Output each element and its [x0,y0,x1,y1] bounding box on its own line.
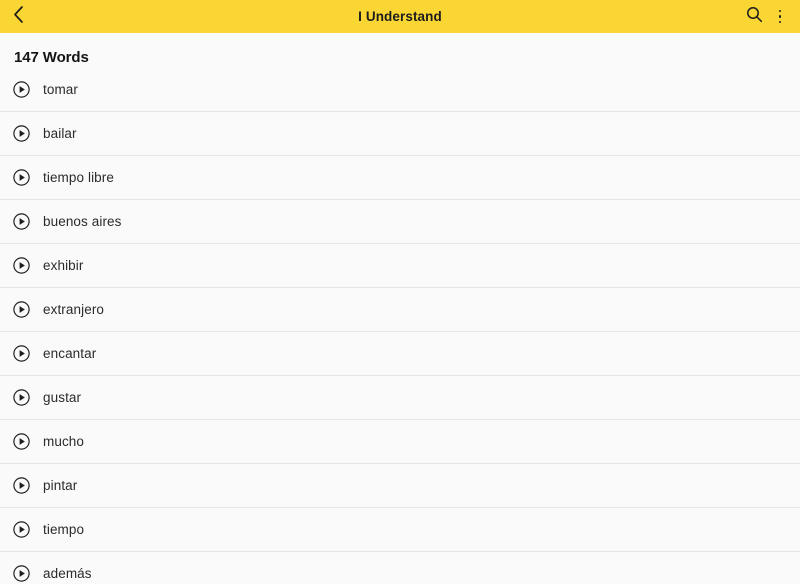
play-circle-icon[interactable] [13,257,30,274]
word-label: bailar [43,125,77,141]
app-bar-actions [739,0,800,33]
word-label: pintar [43,477,78,493]
list-item[interactable]: además [0,552,800,584]
word-label: gustar [43,389,82,405]
word-label: encantar [43,345,97,361]
search-button[interactable] [739,0,769,33]
word-label: exhibir [43,257,84,273]
play-circle-icon[interactable] [13,389,30,406]
word-label: tomar [43,81,79,97]
list-item[interactable]: pintar [0,464,800,508]
word-label: buenos aires [43,213,122,229]
play-circle-icon[interactable] [13,433,30,450]
play-circle-icon[interactable] [13,81,30,98]
list-item[interactable]: bailar [0,112,800,156]
app-bar: I Understand [0,0,800,33]
play-circle-icon[interactable] [13,345,30,362]
list-item[interactable]: extranjero [0,288,800,332]
list-item[interactable]: mucho [0,420,800,464]
content-area: 147 Words tomar bailar tiempo libre buen… [0,33,800,584]
list-item[interactable]: tiempo libre [0,156,800,200]
overflow-menu-icon [778,9,782,25]
word-label: tiempo libre [43,169,114,185]
word-label: extranjero [43,301,105,317]
play-circle-icon[interactable] [13,125,30,142]
word-label: tiempo [43,521,85,537]
list-item[interactable]: encantar [0,332,800,376]
word-label: mucho [43,433,85,449]
list-item[interactable]: gustar [0,376,800,420]
play-circle-icon[interactable] [13,301,30,318]
play-circle-icon[interactable] [13,565,30,582]
word-count-heading: 147 Words [14,49,89,66]
word-list: tomar bailar tiempo libre buenos aires e… [0,68,800,584]
search-icon [746,6,763,28]
play-circle-icon[interactable] [13,213,30,230]
play-circle-icon[interactable] [13,169,30,186]
back-button[interactable] [0,0,34,33]
play-circle-icon[interactable] [13,521,30,538]
chevron-left-icon [12,5,25,29]
play-circle-icon[interactable] [13,477,30,494]
list-item[interactable]: tomar [0,68,800,112]
page-title: I Understand [358,9,442,24]
word-label: además [43,565,92,581]
list-item[interactable]: tiempo [0,508,800,552]
list-item[interactable]: buenos aires [0,200,800,244]
list-item[interactable]: exhibir [0,244,800,288]
app-root: I Understand 147 Words tomar bailar tiem… [0,0,800,584]
overflow-menu-button[interactable] [769,0,791,33]
